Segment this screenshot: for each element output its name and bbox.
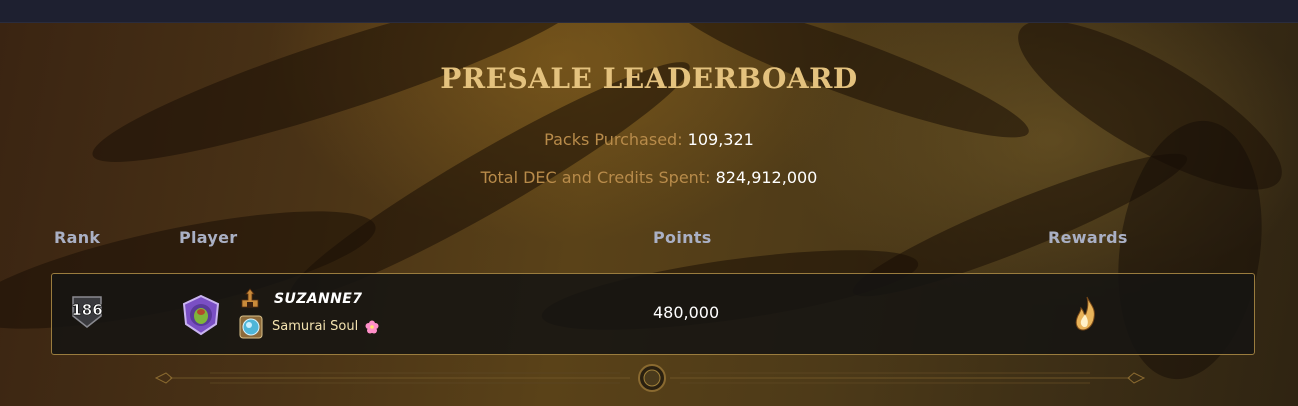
rank-shield-icon: 186 bbox=[71, 296, 103, 328]
packs-purchased-label: Packs Purchased: bbox=[544, 130, 683, 149]
league-icon bbox=[238, 314, 264, 340]
packs-purchased-value: 109,321 bbox=[687, 130, 754, 149]
sakura-flower-icon bbox=[365, 319, 379, 334]
column-header-rank: Rank bbox=[54, 228, 101, 247]
guild-crest-icon bbox=[240, 288, 260, 308]
ornamental-divider bbox=[150, 362, 1150, 394]
avatar-icon bbox=[182, 294, 220, 336]
total-dec-label: Total DEC and Credits Spent: bbox=[480, 168, 711, 187]
column-header-points: Points bbox=[653, 228, 712, 247]
rank-badge: 186 bbox=[69, 294, 105, 330]
total-dec-value: 824,912,000 bbox=[715, 168, 818, 187]
player-avatar[interactable] bbox=[180, 294, 222, 336]
top-nav-bar bbox=[0, 0, 1298, 23]
total-dec-stat: Total DEC and Credits Spent: 824,912,000 bbox=[0, 168, 1298, 187]
page-title: PRESALE LEADERBOARD bbox=[440, 62, 858, 95]
leaderboard-row[interactable]: 186 SUZANNE7 Samurai Soul 480,000 bbox=[51, 273, 1255, 355]
rank-number: 186 bbox=[71, 301, 102, 319]
packs-purchased-stat: Packs Purchased: 109,321 bbox=[0, 130, 1298, 149]
fire-reward-icon[interactable] bbox=[1072, 296, 1100, 332]
player-name[interactable]: SUZANNE7 bbox=[274, 291, 362, 307]
player-points: 480,000 bbox=[653, 303, 720, 322]
guild-name[interactable]: Samurai Soul bbox=[272, 319, 358, 334]
column-header-rewards: Rewards bbox=[1048, 228, 1128, 247]
column-header-player: Player bbox=[179, 228, 238, 247]
